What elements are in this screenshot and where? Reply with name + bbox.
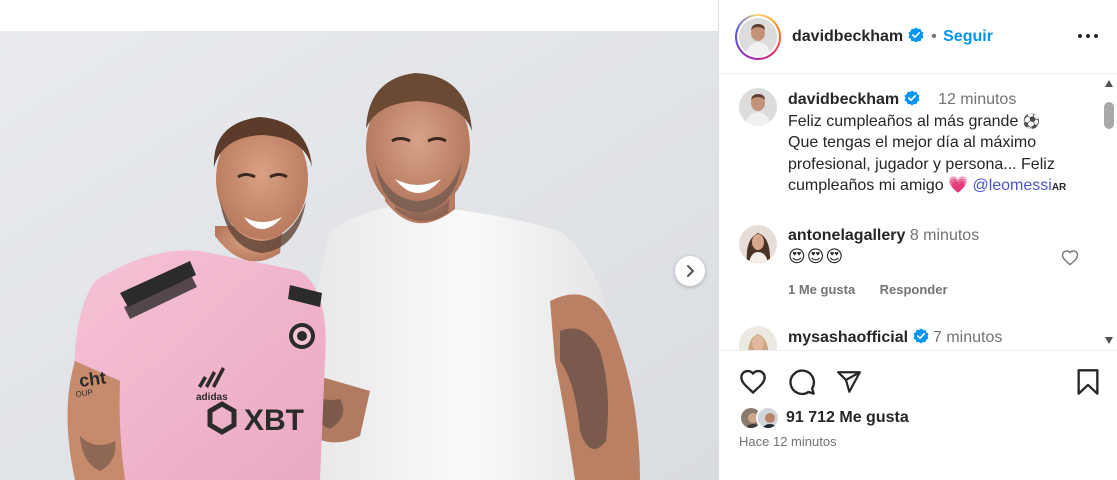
share-button[interactable] xyxy=(836,369,862,400)
scroll-down-arrow-icon[interactable] xyxy=(1105,337,1113,344)
caption-line-4: cumpleaños mi amigo xyxy=(788,177,944,194)
next-photo-button[interactable] xyxy=(675,256,705,286)
comment-text: 😍😍😍 xyxy=(788,247,845,266)
jersey-sponsor-text: XBT xyxy=(244,404,304,437)
jersey-brand-text: adidas xyxy=(196,392,228,403)
liker-avatar-image xyxy=(758,408,778,428)
author-username[interactable]: davidbeckham xyxy=(792,28,903,45)
comment-bubble-icon xyxy=(789,369,815,396)
comment-time[interactable]: 7 minutos xyxy=(933,329,1002,346)
post-timestamp[interactable]: Hace 12 minutos xyxy=(739,434,837,449)
comment-button[interactable] xyxy=(788,368,816,401)
comment-likes-count[interactable]: 1 Me gusta xyxy=(788,282,855,297)
caption-author-avatar-image xyxy=(739,88,777,126)
comment-time[interactable]: 8 minutos xyxy=(910,227,979,244)
comment-header: mysashaofficial 7 minutos xyxy=(788,328,1002,347)
flag-emoji: AR xyxy=(1051,182,1067,193)
comment-avatar[interactable] xyxy=(739,326,777,350)
caption-author[interactable]: davidbeckham xyxy=(788,91,899,108)
comment-avatar[interactable] xyxy=(739,225,777,263)
comments-section[interactable]: davidbeckham 12 minutos Feliz cumpleaños… xyxy=(719,75,1117,351)
caption-line-2: Que tengas el mejor día al máximo xyxy=(788,134,1037,151)
comment-reply-button[interactable]: Responder xyxy=(880,282,948,297)
sleeve-text: cht xyxy=(78,367,108,391)
post-media: adidas XBT cht OUP xyxy=(0,0,718,480)
verified-badge-icon xyxy=(904,90,920,106)
caption-line-1: Feliz cumpleaños al más grande xyxy=(788,112,1019,130)
caption-line-3: profesional, jugador y persona... Feliz xyxy=(788,155,1055,173)
post-actions: 91 712 Me gusta Hace 12 minutos xyxy=(719,352,1117,480)
chevron-right-icon xyxy=(687,265,694,277)
likes-count[interactable]: 91 712 Me gusta xyxy=(786,409,909,427)
follow-button[interactable]: Seguir xyxy=(943,28,993,45)
heart-outline-icon xyxy=(1061,250,1079,266)
comments-scrollbar[interactable] xyxy=(1102,80,1116,345)
comment-author[interactable]: mysashaofficial xyxy=(788,329,908,346)
verified-badge-icon xyxy=(908,27,924,43)
inter-miami-crest xyxy=(289,323,315,349)
author-avatar[interactable] xyxy=(735,14,781,60)
comment-avatar-image xyxy=(739,225,777,263)
caption-author-avatar[interactable] xyxy=(739,88,777,126)
comment-author[interactable]: antonelagallery xyxy=(788,227,905,244)
liker-avatar[interactable] xyxy=(756,406,780,430)
comment-avatar-image xyxy=(739,326,777,350)
more-options-button[interactable] xyxy=(1075,26,1101,46)
beckham-messi-photo: adidas XBT cht OUP xyxy=(0,31,718,480)
verified-badge-icon xyxy=(913,328,929,344)
mention-link[interactable]: @leomessi xyxy=(972,177,1051,194)
paper-plane-icon xyxy=(837,371,861,393)
pink-heart-emoji: 💗 xyxy=(948,177,968,194)
scroll-thumb[interactable] xyxy=(1104,102,1114,129)
caption-time[interactable]: 12 minutos xyxy=(938,91,1016,108)
post-header: davidbeckham • Seguir xyxy=(719,0,1117,74)
save-button[interactable] xyxy=(1076,368,1100,401)
post-photo: adidas XBT cht OUP xyxy=(0,31,718,480)
more-horizontal-icon xyxy=(1078,34,1098,38)
comment-actions: 1 Me gusta Responder xyxy=(788,281,948,299)
header-separator: • xyxy=(931,28,937,45)
post-caption: davidbeckham 12 minutos Feliz cumpleaños… xyxy=(788,89,1088,199)
author-avatar-image xyxy=(739,18,777,56)
like-button[interactable] xyxy=(739,369,767,400)
comment-header: antonelagallery 8 minutos xyxy=(788,227,979,245)
soccer-ball-emoji: ⚽ xyxy=(1022,112,1041,129)
scroll-up-arrow-icon[interactable] xyxy=(1105,80,1113,87)
comment-like-button[interactable] xyxy=(1061,249,1079,267)
heart-outline-icon xyxy=(740,369,766,395)
bookmark-icon xyxy=(1077,369,1099,395)
post-panel: davidbeckham • Seguir davidbeckham 12 mi… xyxy=(718,0,1117,480)
